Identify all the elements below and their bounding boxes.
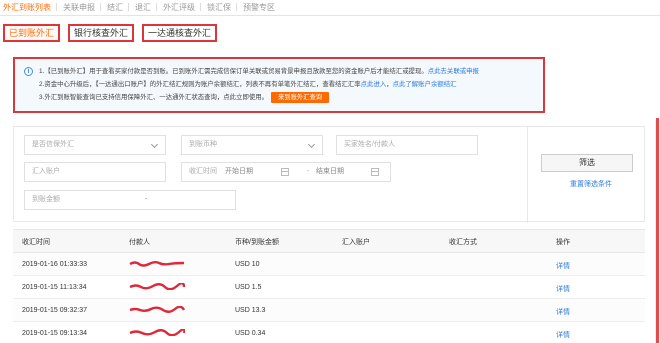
associate-declare-link[interactable]: 点此去关联或申报 [428, 68, 479, 75]
notice-box: i 1.【已到账外汇】用于查看买家付款是否到账。已到账外汇需完成信保订单关联或贸… [13, 57, 545, 113]
currency-placeholder: 到账币种 [189, 141, 217, 148]
redacted-payer [129, 261, 185, 267]
buyer-name-input[interactable]: 买家姓名/付款人 [336, 135, 478, 155]
row-time: 2019-01-16 01:33:33 [22, 261, 87, 268]
table-row: 2019-01-15 09:13:34 USD 0.34 详情 [13, 322, 645, 343]
credit-insured-select[interactable]: 是否信保外汇 [24, 135, 166, 155]
row-time: 2019-01-15 09:13:34 [22, 330, 87, 337]
col-method: 收汇方式 [449, 239, 477, 246]
redacted-payer [129, 306, 185, 313]
fx-query-button[interactable]: 来到账外汇查询 [271, 92, 330, 103]
credit-insured-placeholder: 是否信保外汇 [32, 141, 74, 148]
tab-fx-rating[interactable]: 外汇评级 [156, 2, 201, 13]
col-account: 汇入账户 [342, 239, 370, 246]
info-icon: i [24, 67, 33, 76]
table-row: 2019-01-15 11:13:34 USD 1.5 详情 [13, 276, 645, 299]
redacted-payer [129, 283, 185, 290]
amount-placeholder: 到账金额 [32, 196, 60, 203]
details-link[interactable]: 详情 [556, 261, 570, 271]
row-amount: USD 10 [235, 261, 260, 268]
notice-line-1: 1.【已到账外汇】用于查看买家付款是否到账。已到账外汇需完成信保订单关联或贸易背… [23, 65, 535, 78]
subtab-arrived-fx[interactable]: 已到账外汇 [3, 24, 61, 42]
buyer-name-placeholder: 买家姓名/付款人 [344, 141, 395, 148]
row-amount: USD 1.5 [235, 284, 262, 291]
notice-text-1: 1.【已到账外汇】用于查看买家付款是否到账。已到账外汇需完成信保订单关联或贸易背… [39, 68, 428, 75]
top-nav: 外汇到账列表 关联申报 结汇 退汇 外汇评级 锁汇保 预警专区 [0, 0, 660, 16]
tab-fx-arrival-list[interactable]: 外汇到账列表 [0, 2, 57, 13]
details-link[interactable]: 详情 [556, 307, 570, 317]
amount-separator: - [145, 196, 148, 203]
row-amount: USD 0.34 [235, 330, 266, 337]
row-time: 2019-01-15 09:32:37 [22, 307, 87, 314]
fx-table: 收汇时间 付款人 币种/到账金额 汇入账户 收汇方式 操作 2019-01-16… [13, 229, 645, 343]
receive-time-label: 收汇时间 [189, 168, 217, 175]
notice-line-2: 2.资金中心升级后，【一达通出口账户】的外汇结汇规则为账户余额结汇，列表不再有单… [23, 78, 535, 91]
filter-button[interactable]: 筛选 [541, 154, 633, 172]
table-header: 收汇时间 付款人 币种/到账金额 汇入账户 收汇方式 操作 [13, 229, 645, 253]
end-date-field[interactable]: 结束日期 [316, 163, 344, 181]
calendar-icon[interactable] [281, 168, 289, 176]
tab-refund[interactable]: 退汇 [128, 2, 157, 13]
currency-select[interactable]: 到账币种 [181, 135, 323, 155]
redacted-payer [129, 329, 185, 336]
row-amount: USD 13.3 [235, 307, 266, 314]
filter-divider [527, 127, 528, 223]
tab-warning-zone[interactable]: 预警专区 [236, 2, 281, 13]
highlight-edge [656, 118, 659, 343]
details-link[interactable]: 详情 [556, 330, 570, 340]
tab-association-declaration[interactable]: 关联申报 [56, 2, 101, 13]
notice-text-3: 3.外汇到账智能查询已支持信用保障外汇、一达通外汇状态查询，点此立即使用。 [39, 94, 268, 101]
chevron-down-icon [307, 140, 316, 149]
reset-filters-link[interactable]: 重置筛选条件 [570, 179, 612, 189]
chevron-down-icon [150, 140, 159, 149]
amount-range-input[interactable]: 到账金额 - [24, 190, 236, 210]
balance-settlement-link[interactable]: 点此了解账户余额结汇 [393, 81, 457, 88]
notice-text-2: 2.资金中心升级后，【一达通出口账户】的外汇结汇规则为账户余额结汇，列表不再有单… [39, 81, 361, 88]
subtab-bank-verify-fx[interactable]: 银行核查外汇 [68, 24, 135, 42]
remit-account-input[interactable]: 汇入账户 [24, 162, 166, 182]
start-date-field[interactable]: 开始日期 [225, 168, 253, 175]
col-time: 收汇时间 [22, 239, 50, 246]
table-row: 2019-01-16 01:33:33 USD 10 详情 [13, 253, 645, 276]
notice-line-3: 3.外汇到账智能查询已支持信用保障外汇、一达通外汇状态查询，点此立即使用。 来到账… [23, 91, 535, 104]
col-payer: 付款人 [129, 239, 150, 246]
col-action: 操作 [556, 239, 570, 246]
col-amount: 币种/到账金额 [235, 239, 279, 246]
subtab-onetouch-verify-fx[interactable]: 一达通核查外汇 [142, 24, 218, 42]
sub-tabs: 已到账外汇 银行核查外汇 一达通核查外汇 [0, 24, 225, 44]
remit-account-placeholder: 汇入账户 [32, 168, 60, 175]
receive-time-range[interactable]: 收汇时间 开始日期 - 结束日期 [181, 162, 391, 182]
enter-link[interactable]: 点此进入 [361, 81, 387, 88]
details-link[interactable]: 详情 [556, 284, 570, 294]
date-separator: - [307, 168, 310, 175]
tab-lock-fx[interactable]: 锁汇保 [200, 2, 237, 13]
row-time: 2019-01-15 11:13:34 [22, 284, 87, 291]
calendar-icon[interactable] [371, 168, 379, 176]
table-row: 2019-01-15 09:32:37 USD 13.3 详情 [13, 299, 645, 322]
tab-settlement[interactable]: 结汇 [100, 2, 129, 13]
